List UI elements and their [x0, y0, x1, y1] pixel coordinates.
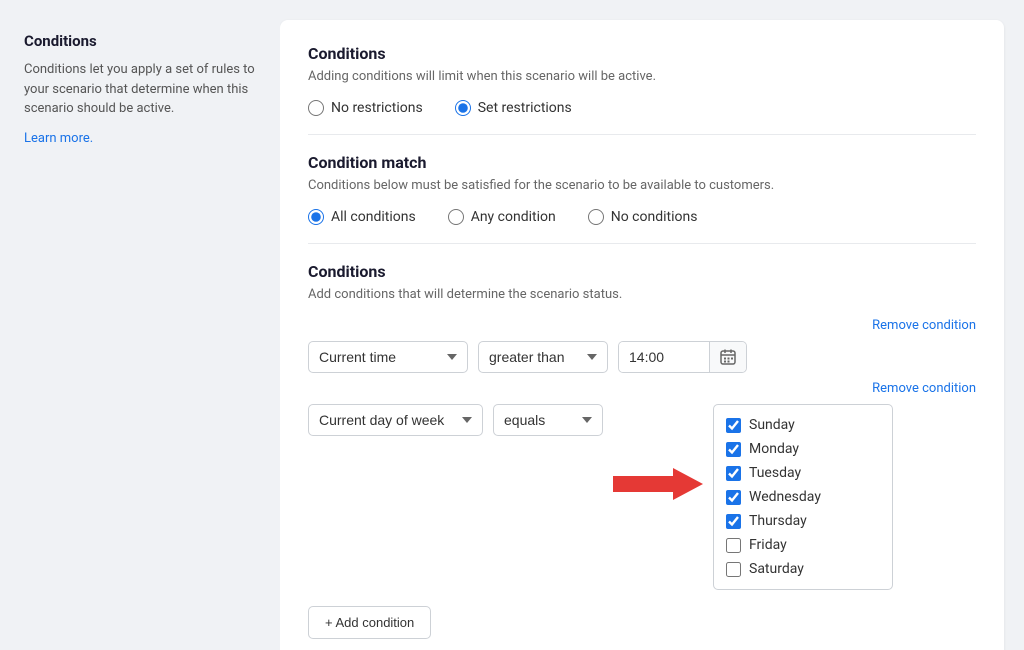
day-sunday[interactable]: Sunday — [726, 413, 880, 437]
condition2-field-select[interactable]: Current day of week — [308, 404, 483, 436]
all-conditions-option[interactable]: All conditions — [308, 209, 416, 225]
wednesday-label: Wednesday — [749, 489, 821, 505]
condition-match-radio-group: All conditions Any condition No conditio… — [308, 209, 976, 225]
condition-match-desc: Conditions below must be satisfied for t… — [308, 178, 976, 193]
calendar-icon — [720, 349, 736, 365]
no-conditions-label: No conditions — [611, 209, 698, 225]
any-condition-label: Any condition — [471, 209, 556, 225]
day-monday[interactable]: Monday — [726, 437, 880, 461]
condition2-operator-select[interactable]: equals — [493, 404, 603, 436]
day-thursday[interactable]: Thursday — [726, 509, 880, 533]
top-section-title: Conditions — [308, 44, 976, 63]
any-condition-option[interactable]: Any condition — [448, 209, 556, 225]
sunday-label: Sunday — [749, 417, 795, 433]
arrow-indicator — [613, 464, 703, 504]
condition1-operator-select[interactable]: greater than — [478, 341, 608, 373]
time-input[interactable] — [619, 342, 709, 372]
friday-checkbox[interactable] — [726, 538, 741, 553]
condition-match-title: Condition match — [308, 153, 976, 172]
thursday-label: Thursday — [749, 513, 807, 529]
no-restrictions-radio[interactable] — [308, 100, 324, 116]
sidebar-title: Conditions — [24, 32, 256, 50]
restrictions-radio-group: No restrictions Set restrictions — [308, 100, 976, 116]
day-wednesday[interactable]: Wednesday — [726, 485, 880, 509]
sunday-checkbox[interactable] — [726, 418, 741, 433]
no-conditions-radio[interactable] — [588, 209, 604, 225]
divider-1 — [308, 134, 976, 135]
day-saturday[interactable]: Saturday — [726, 557, 880, 581]
condition1-field-select[interactable]: Current time — [308, 341, 468, 373]
thursday-checkbox[interactable] — [726, 514, 741, 529]
conditions-section-title: Conditions — [308, 262, 976, 281]
time-input-wrapper — [618, 341, 747, 373]
all-conditions-label: All conditions — [331, 209, 416, 225]
sidebar: Conditions Conditions let you apply a se… — [0, 0, 280, 650]
conditions-section-desc: Add conditions that will determine the s… — [308, 287, 976, 302]
conditions-section: Conditions Add conditions that will dete… — [308, 262, 976, 639]
sidebar-description: Conditions let you apply a set of rules … — [24, 60, 256, 119]
learn-more-link[interactable]: Learn more. — [24, 131, 93, 146]
conditions-card: Conditions Adding conditions will limit … — [280, 20, 1004, 650]
all-conditions-radio[interactable] — [308, 209, 324, 225]
calendar-icon-button[interactable] — [709, 342, 746, 372]
remove-condition-1-link[interactable]: Remove condition — [308, 318, 976, 333]
saturday-label: Saturday — [749, 561, 804, 577]
monday-checkbox[interactable] — [726, 442, 741, 457]
condition-row-2: Current day of week equals Sunday — [308, 404, 976, 590]
no-restrictions-label: No restrictions — [331, 100, 423, 116]
red-arrow-svg — [613, 464, 703, 504]
condition-row-1: Current time greater than — [308, 341, 976, 373]
friday-label: Friday — [749, 537, 787, 553]
day-tuesday[interactable]: Tuesday — [726, 461, 880, 485]
set-restrictions-radio[interactable] — [455, 100, 471, 116]
tuesday-label: Tuesday — [749, 465, 801, 481]
divider-2 — [308, 243, 976, 244]
top-conditions-section: Conditions Adding conditions will limit … — [308, 44, 976, 116]
main-content: Conditions Adding conditions will limit … — [280, 0, 1024, 650]
set-restrictions-label: Set restrictions — [478, 100, 572, 116]
any-condition-radio[interactable] — [448, 209, 464, 225]
set-restrictions-option[interactable]: Set restrictions — [455, 100, 572, 116]
condition-match-section: Condition match Conditions below must be… — [308, 153, 976, 225]
wednesday-checkbox[interactable] — [726, 490, 741, 505]
tuesday-checkbox[interactable] — [726, 466, 741, 481]
saturday-checkbox[interactable] — [726, 562, 741, 577]
day-friday[interactable]: Friday — [726, 533, 880, 557]
top-section-desc: Adding conditions will limit when this s… — [308, 69, 976, 84]
no-conditions-option[interactable]: No conditions — [588, 209, 698, 225]
remove-condition-2-link[interactable]: Remove condition — [308, 381, 976, 396]
days-checkboxes-box: Sunday Monday Tuesday Wednesday — [713, 404, 893, 590]
add-condition-button[interactable]: + Add condition — [308, 606, 431, 639]
monday-label: Monday — [749, 441, 799, 457]
no-restrictions-option[interactable]: No restrictions — [308, 100, 423, 116]
